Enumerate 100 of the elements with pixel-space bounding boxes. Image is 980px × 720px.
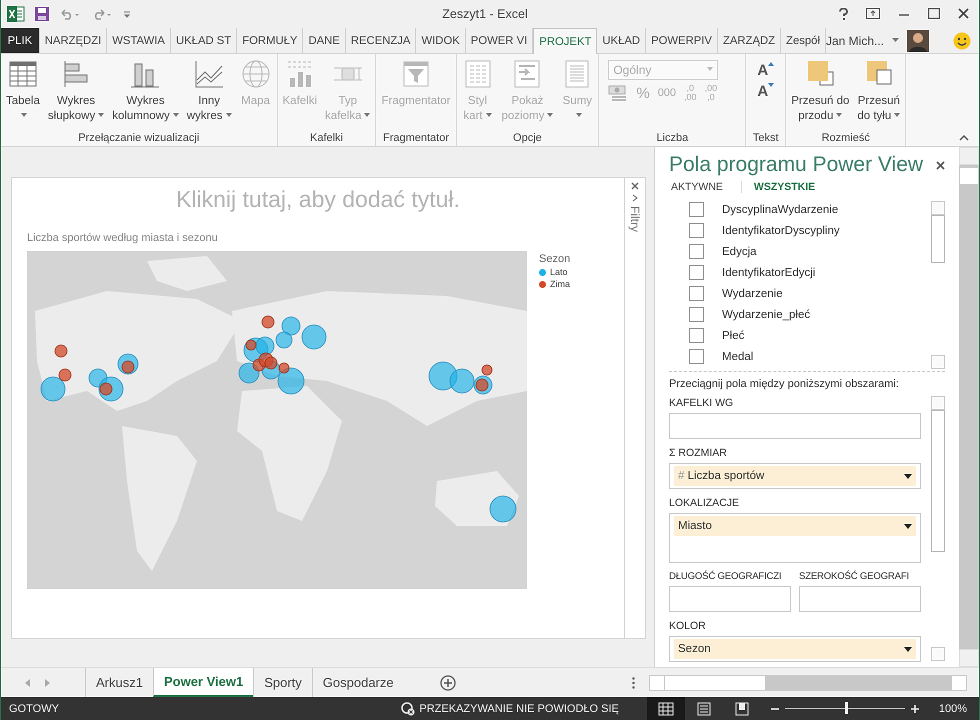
grid-icon xyxy=(658,702,674,716)
scrollbar[interactable] xyxy=(931,199,945,372)
ribbon-tab[interactable]: PROJEKT xyxy=(533,28,598,54)
window-title: Zeszyt1 - Excel xyxy=(441,6,529,21)
avatar-icon[interactable] xyxy=(907,30,929,52)
instruction-text: Przeciągnij pola między poniższymi obszarami: xyxy=(669,378,900,390)
checkbox[interactable] xyxy=(689,202,704,218)
scrollbar[interactable] xyxy=(649,674,967,691)
help-icon[interactable] xyxy=(839,8,848,20)
field-name[interactable]: Wydarzenie_płeć xyxy=(722,308,810,321)
pane-title: Pola programu Power View xyxy=(669,153,924,178)
ribbon-button[interactable]: Wykres słupkowy xyxy=(46,58,106,132)
ribbon-tab[interactable]: WIDOK xyxy=(416,28,466,54)
currency-icon[interactable] xyxy=(608,84,628,102)
ribbon-button[interactable]: Przesuń do przodu xyxy=(789,58,852,132)
checkbox[interactable] xyxy=(689,286,704,302)
sheet-tab[interactable]: Power View1 xyxy=(152,668,254,697)
more-icon[interactable] xyxy=(632,676,635,689)
down-arrow-icon xyxy=(768,83,774,88)
file-tab[interactable]: PLIK xyxy=(1,28,40,54)
caret-icon[interactable] xyxy=(904,474,912,479)
drop-area[interactable]: Miasto xyxy=(669,513,921,564)
collapse-ribbon-icon[interactable] xyxy=(959,134,969,142)
ribbon-tab[interactable]: UKŁAD ST xyxy=(170,28,238,54)
close-icon[interactable] xyxy=(958,8,969,20)
ribbon-tab[interactable]: FORMUŁY xyxy=(237,28,304,54)
group-label: Fragmentator xyxy=(382,132,450,144)
ribbon-tab[interactable]: WSTAWIA xyxy=(107,28,171,54)
checkbox[interactable] xyxy=(689,223,704,238)
group-label: Opcje xyxy=(512,132,543,144)
filters-label[interactable]: Filtry xyxy=(628,206,642,232)
close-icon[interactable] xyxy=(631,182,639,190)
field-name[interactable]: IdentyfikatorEdycji xyxy=(722,266,816,279)
globe-icon xyxy=(240,58,272,90)
shrink-font-button[interactable]: A xyxy=(753,81,778,102)
field-name[interactable]: IdentyfikatorDyscypliny xyxy=(722,224,840,237)
undo-icon[interactable] xyxy=(59,8,81,20)
ribbon-tab[interactable]: RECENZJA xyxy=(346,28,416,54)
ribbon-tab[interactable]: DANE xyxy=(303,28,346,54)
group-label: Kafelki xyxy=(308,132,344,144)
checkbox[interactable] xyxy=(689,328,704,344)
checkbox[interactable] xyxy=(689,244,704,260)
save-icon[interactable] xyxy=(35,6,49,21)
checkbox[interactable] xyxy=(689,307,704,322)
field-name[interactable]: Edycja xyxy=(722,246,757,258)
smiley-icon[interactable] xyxy=(953,32,971,50)
close-icon[interactable] xyxy=(936,160,945,170)
field-chip[interactable]: Miasto xyxy=(674,516,916,536)
zoom-level[interactable]: 100% xyxy=(938,702,967,714)
page-icon xyxy=(696,702,712,716)
chevron-icon[interactable] xyxy=(632,194,638,202)
ribbon-button[interactable]: Wykres kolumnowy xyxy=(110,58,181,132)
area-label: Σ ROZMIAR xyxy=(669,447,727,460)
maximize-icon[interactable] xyxy=(928,8,940,20)
field-chip[interactable]: # Liczba sportów xyxy=(674,466,916,486)
checkbox[interactable] xyxy=(689,265,704,280)
sync-error-icon[interactable] xyxy=(401,702,416,716)
scrollbar[interactable] xyxy=(959,147,979,668)
status-text: GOTOWY xyxy=(9,702,59,714)
view-button[interactable] xyxy=(646,697,685,720)
drop-area[interactable]: Sezon xyxy=(669,636,921,662)
user-name[interactable]: Jan Mich... xyxy=(826,34,884,48)
area-label: KOLOR xyxy=(669,620,706,632)
field-name[interactable]: Płeć xyxy=(722,330,744,342)
area-label: SZEROKOŚĆ GEOGRAFI xyxy=(799,571,909,582)
notification-text[interactable]: PRZEKAZYWANIE NIE POWIODŁO SIĘ xyxy=(419,702,619,714)
add-sheet-icon[interactable] xyxy=(440,674,456,691)
grow-font-button[interactable]: A xyxy=(753,60,778,82)
ribbon-button[interactable]: Tabela xyxy=(4,58,42,132)
field-name[interactable]: Medal xyxy=(722,350,754,363)
group-label: Liczba xyxy=(655,132,690,144)
drop-area[interactable]: # Liczba sportów xyxy=(669,463,921,490)
caret-icon[interactable] xyxy=(904,524,912,529)
pane-tab[interactable]: AKTYWNE xyxy=(669,181,741,194)
ribbon-display-icon[interactable] xyxy=(866,8,880,20)
page-break-icon xyxy=(734,702,750,716)
customize-icon[interactable] xyxy=(123,10,131,18)
checkbox[interactable] xyxy=(689,349,704,364)
area-label: DŁUGOŚĆ GEOGRAFICZI xyxy=(669,571,782,582)
line-chart-icon xyxy=(193,58,226,90)
caret-icon[interactable] xyxy=(904,646,912,652)
legend-title: Sezon xyxy=(539,253,570,266)
zoom-in-icon[interactable] xyxy=(910,704,919,712)
ribbon-tab[interactable]: Zespół xyxy=(781,28,826,54)
ribbon-button[interactable]: Inny wykres xyxy=(184,58,234,132)
zoom-slider-thumb[interactable] xyxy=(844,702,848,714)
area-label: KAFELKI WG xyxy=(669,397,734,410)
legend-label: Lato xyxy=(550,267,568,278)
field-name[interactable]: Wydarzenie xyxy=(722,288,783,300)
ribbon-tab[interactable]: ZARZĄDZ xyxy=(718,28,782,54)
ribbon-tab[interactable]: POWERPIV xyxy=(646,28,718,54)
field-chip[interactable]: Sezon xyxy=(674,639,916,660)
ribbon-tab[interactable]: UKŁAD xyxy=(597,28,646,54)
filters-pane[interactable]: Filtry xyxy=(625,177,646,640)
area-label: LOKALIZACJE xyxy=(669,497,740,510)
field-name[interactable]: DyscyplinaWydarzenie xyxy=(722,204,838,216)
ribbon-button[interactable]: Przesuń do tyłu xyxy=(855,58,902,132)
ribbon-tab[interactable]: NARZĘDZI xyxy=(40,28,108,54)
pane-tab[interactable]: WSZYSTKIE xyxy=(740,181,834,194)
excel-logo-icon[interactable] xyxy=(7,6,25,22)
